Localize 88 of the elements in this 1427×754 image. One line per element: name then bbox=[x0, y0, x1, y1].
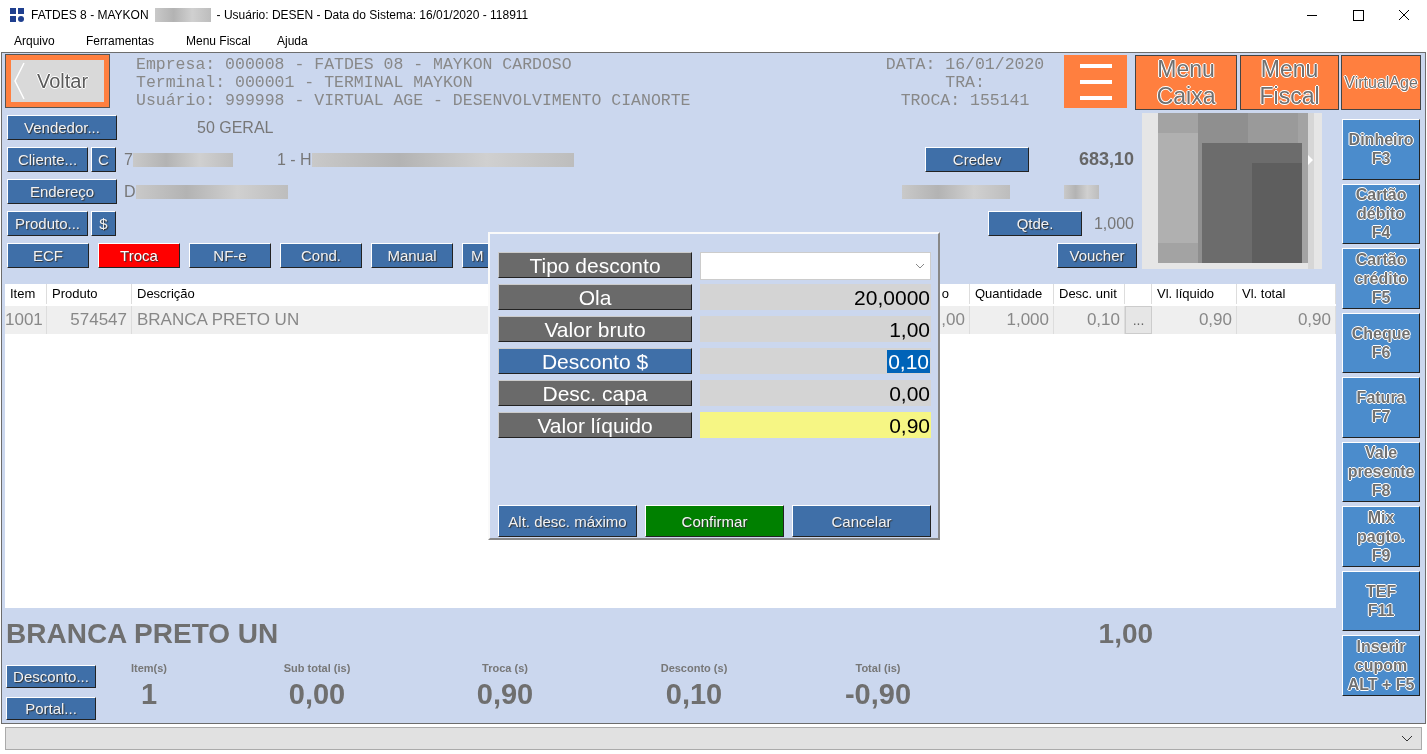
chevron-down-icon bbox=[915, 263, 925, 269]
table-cell: 0,90 bbox=[1198, 310, 1232, 329]
menu-item[interactable]: Arquivo bbox=[14, 34, 55, 48]
discount-type-select[interactable] bbox=[700, 252, 931, 280]
value-field[interactable]: 0,90 bbox=[700, 412, 931, 438]
menu-item[interactable]: Menu Fiscal bbox=[186, 34, 251, 48]
menu-item[interactable]: Ajuda bbox=[277, 34, 308, 48]
total-value: 0,90 bbox=[476, 678, 534, 711]
chevron-left-icon bbox=[13, 62, 25, 100]
field-label[interactable]: Valor líquido bbox=[498, 412, 692, 438]
total-value: 0,00 bbox=[288, 678, 346, 711]
table-cell: 574547 bbox=[70, 310, 127, 329]
item-price: 1,00 bbox=[1098, 618, 1154, 650]
session-info: Empresa: 000008 - FATDES 08 - MAYKON CARDOSO bbox=[136, 56, 573, 74]
total-label: Desconto (s) bbox=[660, 662, 728, 674]
client-button[interactable]: Cliente... bbox=[7, 147, 88, 172]
menu-icon bbox=[1077, 61, 1114, 102]
client-code: 7 bbox=[124, 150, 133, 169]
app-icon bbox=[9, 7, 25, 23]
price-button[interactable]: $ bbox=[91, 211, 116, 236]
toolbar-button[interactable]: Troca bbox=[98, 243, 180, 268]
column-header: o bbox=[941, 286, 949, 301]
blurred-region bbox=[154, 8, 211, 22]
column-header: Vl. líquido bbox=[1157, 286, 1215, 301]
field-label[interactable]: Ola bbox=[498, 284, 692, 310]
status-dropdown[interactable] bbox=[5, 727, 1422, 750]
client-name: 1 - H bbox=[276, 150, 312, 169]
session-info: Terminal: 000001 - TERMINAL MAYKON bbox=[136, 74, 474, 92]
table-cell: 0,10 bbox=[1086, 310, 1120, 329]
seller-value: 50 GERAL bbox=[197, 118, 274, 137]
table-cell: 0,90 bbox=[1297, 310, 1331, 329]
footer-button[interactable]: Desconto... bbox=[6, 665, 96, 688]
column-header: Item bbox=[10, 286, 36, 301]
toolbar-button[interactable]: ECF bbox=[7, 243, 89, 268]
field-label[interactable]: Tipo desconto bbox=[498, 252, 692, 278]
menu-button[interactable] bbox=[1064, 55, 1128, 108]
total-label: Troca (s) bbox=[482, 662, 528, 674]
total-label: Sub total (is) bbox=[283, 662, 351, 674]
total-value: 0,10 bbox=[665, 678, 723, 711]
client-short-button[interactable]: C bbox=[91, 147, 116, 172]
column-header: Desc. unit bbox=[1059, 286, 1117, 301]
table-cell: BRANCA PRETO UN bbox=[137, 310, 300, 329]
dialog-button[interactable]: Confirmar bbox=[645, 505, 784, 537]
toolbar-button[interactable]: Manual bbox=[371, 243, 453, 268]
chevron-down-icon bbox=[1401, 734, 1413, 743]
credev-amount: 683,10 bbox=[1077, 149, 1135, 170]
column-header: Produto bbox=[52, 286, 98, 301]
blurred-region bbox=[1064, 184, 1099, 199]
field-label[interactable]: Valor bruto bbox=[498, 316, 692, 342]
total-value: -0,90 bbox=[844, 678, 912, 711]
column-header: Vl. total bbox=[1242, 286, 1286, 301]
session-info: TRA: bbox=[945, 74, 985, 92]
column-header: Quantidade bbox=[975, 286, 1043, 301]
footer-button[interactable]: Portal... bbox=[6, 697, 96, 720]
value-field[interactable]: 1,00 bbox=[700, 316, 931, 342]
menu-item[interactable]: Ferramentas bbox=[86, 34, 155, 48]
total-label: Item(s) bbox=[130, 662, 168, 674]
dialog-button[interactable]: Alt. desc. máximo bbox=[498, 505, 637, 537]
session-info: TROCA: 155141 bbox=[900, 92, 1030, 110]
value-field[interactable]: 0,00 bbox=[700, 380, 931, 406]
session-info: DATA: 16/01/2020 bbox=[885, 56, 1045, 74]
address-value: D bbox=[124, 182, 136, 201]
column-header: Descrição bbox=[137, 286, 195, 301]
window-title: - Usuário: DESEN - Data do Sistema: 16/01/2020 - 118911 bbox=[216, 8, 529, 22]
total-label: Total (is) bbox=[855, 662, 901, 674]
quantity-value: 1,000 bbox=[1092, 214, 1135, 233]
value-field[interactable]: 0,10 bbox=[700, 348, 931, 374]
table-cell: 1001 bbox=[5, 310, 43, 329]
table-cell: ,00 bbox=[941, 310, 965, 329]
more-button[interactable]: ... bbox=[1125, 306, 1152, 334]
session-info: Usuário: 999998 - VIRTUAL AGE - DESENVOLVIMENTO CIANORTE bbox=[136, 92, 691, 110]
credev-button[interactable]: Credev bbox=[925, 147, 1029, 172]
window-title: FATDES 8 - MAYKON bbox=[31, 8, 149, 22]
toolbar-button[interactable]: Cond. bbox=[280, 243, 362, 268]
value-field[interactable]: 20,0000 bbox=[700, 284, 931, 310]
seller-button[interactable]: Vendedor... bbox=[7, 115, 117, 140]
field-label[interactable]: Desconto $ bbox=[498, 348, 692, 374]
voucher-button[interactable]: Voucher bbox=[1057, 243, 1137, 268]
address-button[interactable]: Endereço bbox=[7, 179, 117, 204]
product-button[interactable]: Produto... bbox=[7, 211, 88, 236]
back-button[interactable]: Voltar bbox=[6, 55, 109, 107]
dialog-button[interactable]: Cancelar bbox=[792, 505, 931, 537]
quantity-button[interactable]: Qtde. bbox=[988, 211, 1082, 236]
item-description: BRANCA PRETO UN bbox=[6, 618, 279, 650]
total-value: 1 bbox=[140, 678, 158, 711]
toolbar-button[interactable]: NF-e bbox=[189, 243, 271, 268]
table-cell: 1,000 bbox=[1006, 310, 1049, 329]
field-label[interactable]: Desc. capa bbox=[498, 380, 692, 406]
